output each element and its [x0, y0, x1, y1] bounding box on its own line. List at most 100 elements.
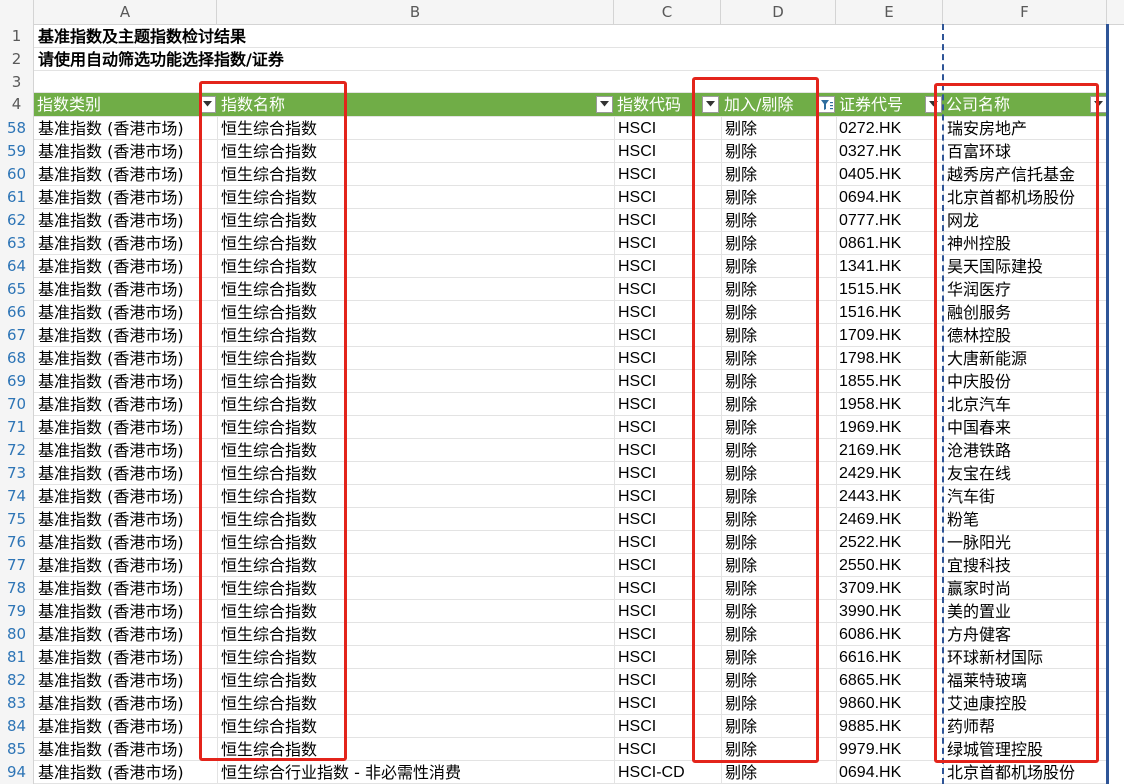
cell-security-code[interactable]: 0777.HK: [839, 209, 942, 232]
column-header-a[interactable]: A: [34, 0, 217, 24]
cell-security-code[interactable]: 2522.HK: [839, 531, 942, 554]
row-number[interactable]: 68: [0, 347, 33, 370]
cell-index-category[interactable]: 基准指数 (香港市场): [38, 324, 216, 347]
cell-index-category[interactable]: 基准指数 (香港市场): [38, 255, 216, 278]
cell-security-code[interactable]: 2443.HK: [839, 485, 942, 508]
cell-index-name[interactable]: 恒生综合行业指数 - 非必需性消费: [221, 761, 613, 784]
row-number[interactable]: 81: [0, 646, 33, 669]
cell-index-category[interactable]: 基准指数 (香港市场): [38, 577, 216, 600]
cell-security-code[interactable]: 9860.HK: [839, 692, 942, 715]
cell-index-category[interactable]: 基准指数 (香港市场): [38, 186, 216, 209]
row-number[interactable]: 72: [0, 439, 33, 462]
row-number[interactable]: 60: [0, 163, 33, 186]
row-number[interactable]: 3: [0, 71, 33, 94]
column-header-c[interactable]: C: [614, 0, 721, 24]
sheet-title[interactable]: 基准指数及主题指数检讨结果: [38, 25, 246, 48]
cell-index-category[interactable]: 基准指数 (香港市场): [38, 347, 216, 370]
row-number[interactable]: 85: [0, 738, 33, 761]
cell-security-code[interactable]: 9979.HK: [839, 738, 942, 761]
row-number[interactable]: 84: [0, 715, 33, 738]
row-number[interactable]: 82: [0, 669, 33, 692]
cell-index-category[interactable]: 基准指数 (香港市场): [38, 140, 216, 163]
cell-index-category[interactable]: 基准指数 (香港市场): [38, 623, 216, 646]
cell-security-code[interactable]: 1515.HK: [839, 278, 942, 301]
cell-index-category[interactable]: 基准指数 (香港市场): [38, 117, 216, 140]
cell-index-category[interactable]: 基准指数 (香港市场): [38, 485, 216, 508]
cell-security-code[interactable]: 1709.HK: [839, 324, 942, 347]
row-number[interactable]: 2: [0, 48, 33, 71]
cell-index-category[interactable]: 基准指数 (香港市场): [38, 209, 216, 232]
cell-index-category[interactable]: 基准指数 (香港市场): [38, 692, 216, 715]
cell-security-code[interactable]: 0861.HK: [839, 232, 942, 255]
cell-index-category[interactable]: 基准指数 (香港市场): [38, 715, 216, 738]
cell-index-category[interactable]: 基准指数 (香港市场): [38, 508, 216, 531]
row-number[interactable]: 78: [0, 577, 33, 600]
row-number[interactable]: 64: [0, 255, 33, 278]
row-number[interactable]: 58: [0, 117, 33, 140]
row-number[interactable]: 77: [0, 554, 33, 577]
column-header-f[interactable]: F: [943, 0, 1107, 24]
cell-index-category[interactable]: 基准指数 (香港市场): [38, 600, 216, 623]
cell-security-code[interactable]: 0694.HK: [839, 761, 942, 784]
cell-index-category[interactable]: 基准指数 (香港市场): [38, 646, 216, 669]
row-number[interactable]: 71: [0, 416, 33, 439]
cell-security-code[interactable]: 1855.HK: [839, 370, 942, 393]
row-number[interactable]: 61: [0, 186, 33, 209]
cell-index-category[interactable]: 基准指数 (香港市场): [38, 761, 216, 784]
row-number[interactable]: 63: [0, 232, 33, 255]
row-number[interactable]: 67: [0, 324, 33, 347]
cell-add-remove[interactable]: 剔除: [725, 761, 835, 784]
cell-index-category[interactable]: 基准指数 (香港市场): [38, 278, 216, 301]
row-number[interactable]: 4: [0, 93, 33, 116]
cell-index-category[interactable]: 基准指数 (香港市场): [38, 232, 216, 255]
cell-index-category[interactable]: 基准指数 (香港市场): [38, 416, 216, 439]
cell-index-category[interactable]: 基准指数 (香港市场): [38, 738, 216, 761]
cell-security-code[interactable]: 9885.HK: [839, 715, 942, 738]
filter-dropdown-icon[interactable]: [596, 96, 613, 113]
row-number[interactable]: 83: [0, 692, 33, 715]
cell-security-code[interactable]: 3709.HK: [839, 577, 942, 600]
cell-index-category[interactable]: 基准指数 (香港市场): [38, 669, 216, 692]
row-number[interactable]: 62: [0, 209, 33, 232]
cell-security-code[interactable]: 0694.HK: [839, 186, 942, 209]
filter-active-icon[interactable]: [818, 96, 835, 113]
cell-index-category[interactable]: 基准指数 (香港市场): [38, 370, 216, 393]
cell-security-code[interactable]: 0272.HK: [839, 117, 942, 140]
sheet-subtitle[interactable]: 请使用自动筛选功能选择指数/证券: [38, 48, 284, 71]
cell-index-category[interactable]: 基准指数 (香港市场): [38, 393, 216, 416]
column-header-d[interactable]: D: [721, 0, 836, 24]
cell-security-code[interactable]: 1341.HK: [839, 255, 942, 278]
cell-index-category[interactable]: 基准指数 (香港市场): [38, 462, 216, 485]
row-number[interactable]: 70: [0, 393, 33, 416]
cell-security-code[interactable]: 0405.HK: [839, 163, 942, 186]
row-number[interactable]: 79: [0, 600, 33, 623]
row-number[interactable]: 65: [0, 278, 33, 301]
row-number[interactable]: 69: [0, 370, 33, 393]
column-header-b[interactable]: B: [217, 0, 614, 24]
cell-index-category[interactable]: 基准指数 (香港市场): [38, 439, 216, 462]
cell-security-code[interactable]: 6086.HK: [839, 623, 942, 646]
cell-index-category[interactable]: 基准指数 (香港市场): [38, 531, 216, 554]
cell-index-category[interactable]: 基准指数 (香港市场): [38, 554, 216, 577]
row-number[interactable]: 76: [0, 531, 33, 554]
row-number[interactable]: 75: [0, 508, 33, 531]
cell-security-code[interactable]: 2469.HK: [839, 508, 942, 531]
cell-company-name[interactable]: 北京首都机场股份: [947, 761, 1105, 784]
row-number[interactable]: 74: [0, 485, 33, 508]
row-number[interactable]: 94: [0, 761, 33, 784]
row-number[interactable]: 1: [0, 25, 33, 48]
cell-security-code[interactable]: 3990.HK: [839, 600, 942, 623]
cell-security-code[interactable]: 1958.HK: [839, 393, 942, 416]
cell-security-code[interactable]: 2429.HK: [839, 462, 942, 485]
cell-security-code[interactable]: 1798.HK: [839, 347, 942, 370]
cell-security-code[interactable]: 1516.HK: [839, 301, 942, 324]
row-number[interactable]: 80: [0, 623, 33, 646]
select-all-corner[interactable]: [0, 0, 34, 24]
cell-security-code[interactable]: 2169.HK: [839, 439, 942, 462]
row-number[interactable]: 66: [0, 301, 33, 324]
cell-index-code[interactable]: HSCI-CD: [618, 761, 720, 784]
row-number[interactable]: 73: [0, 462, 33, 485]
cell-security-code[interactable]: 0327.HK: [839, 140, 942, 163]
header-index-category[interactable]: 指数类别: [34, 93, 217, 116]
row-number[interactable]: 59: [0, 140, 33, 163]
